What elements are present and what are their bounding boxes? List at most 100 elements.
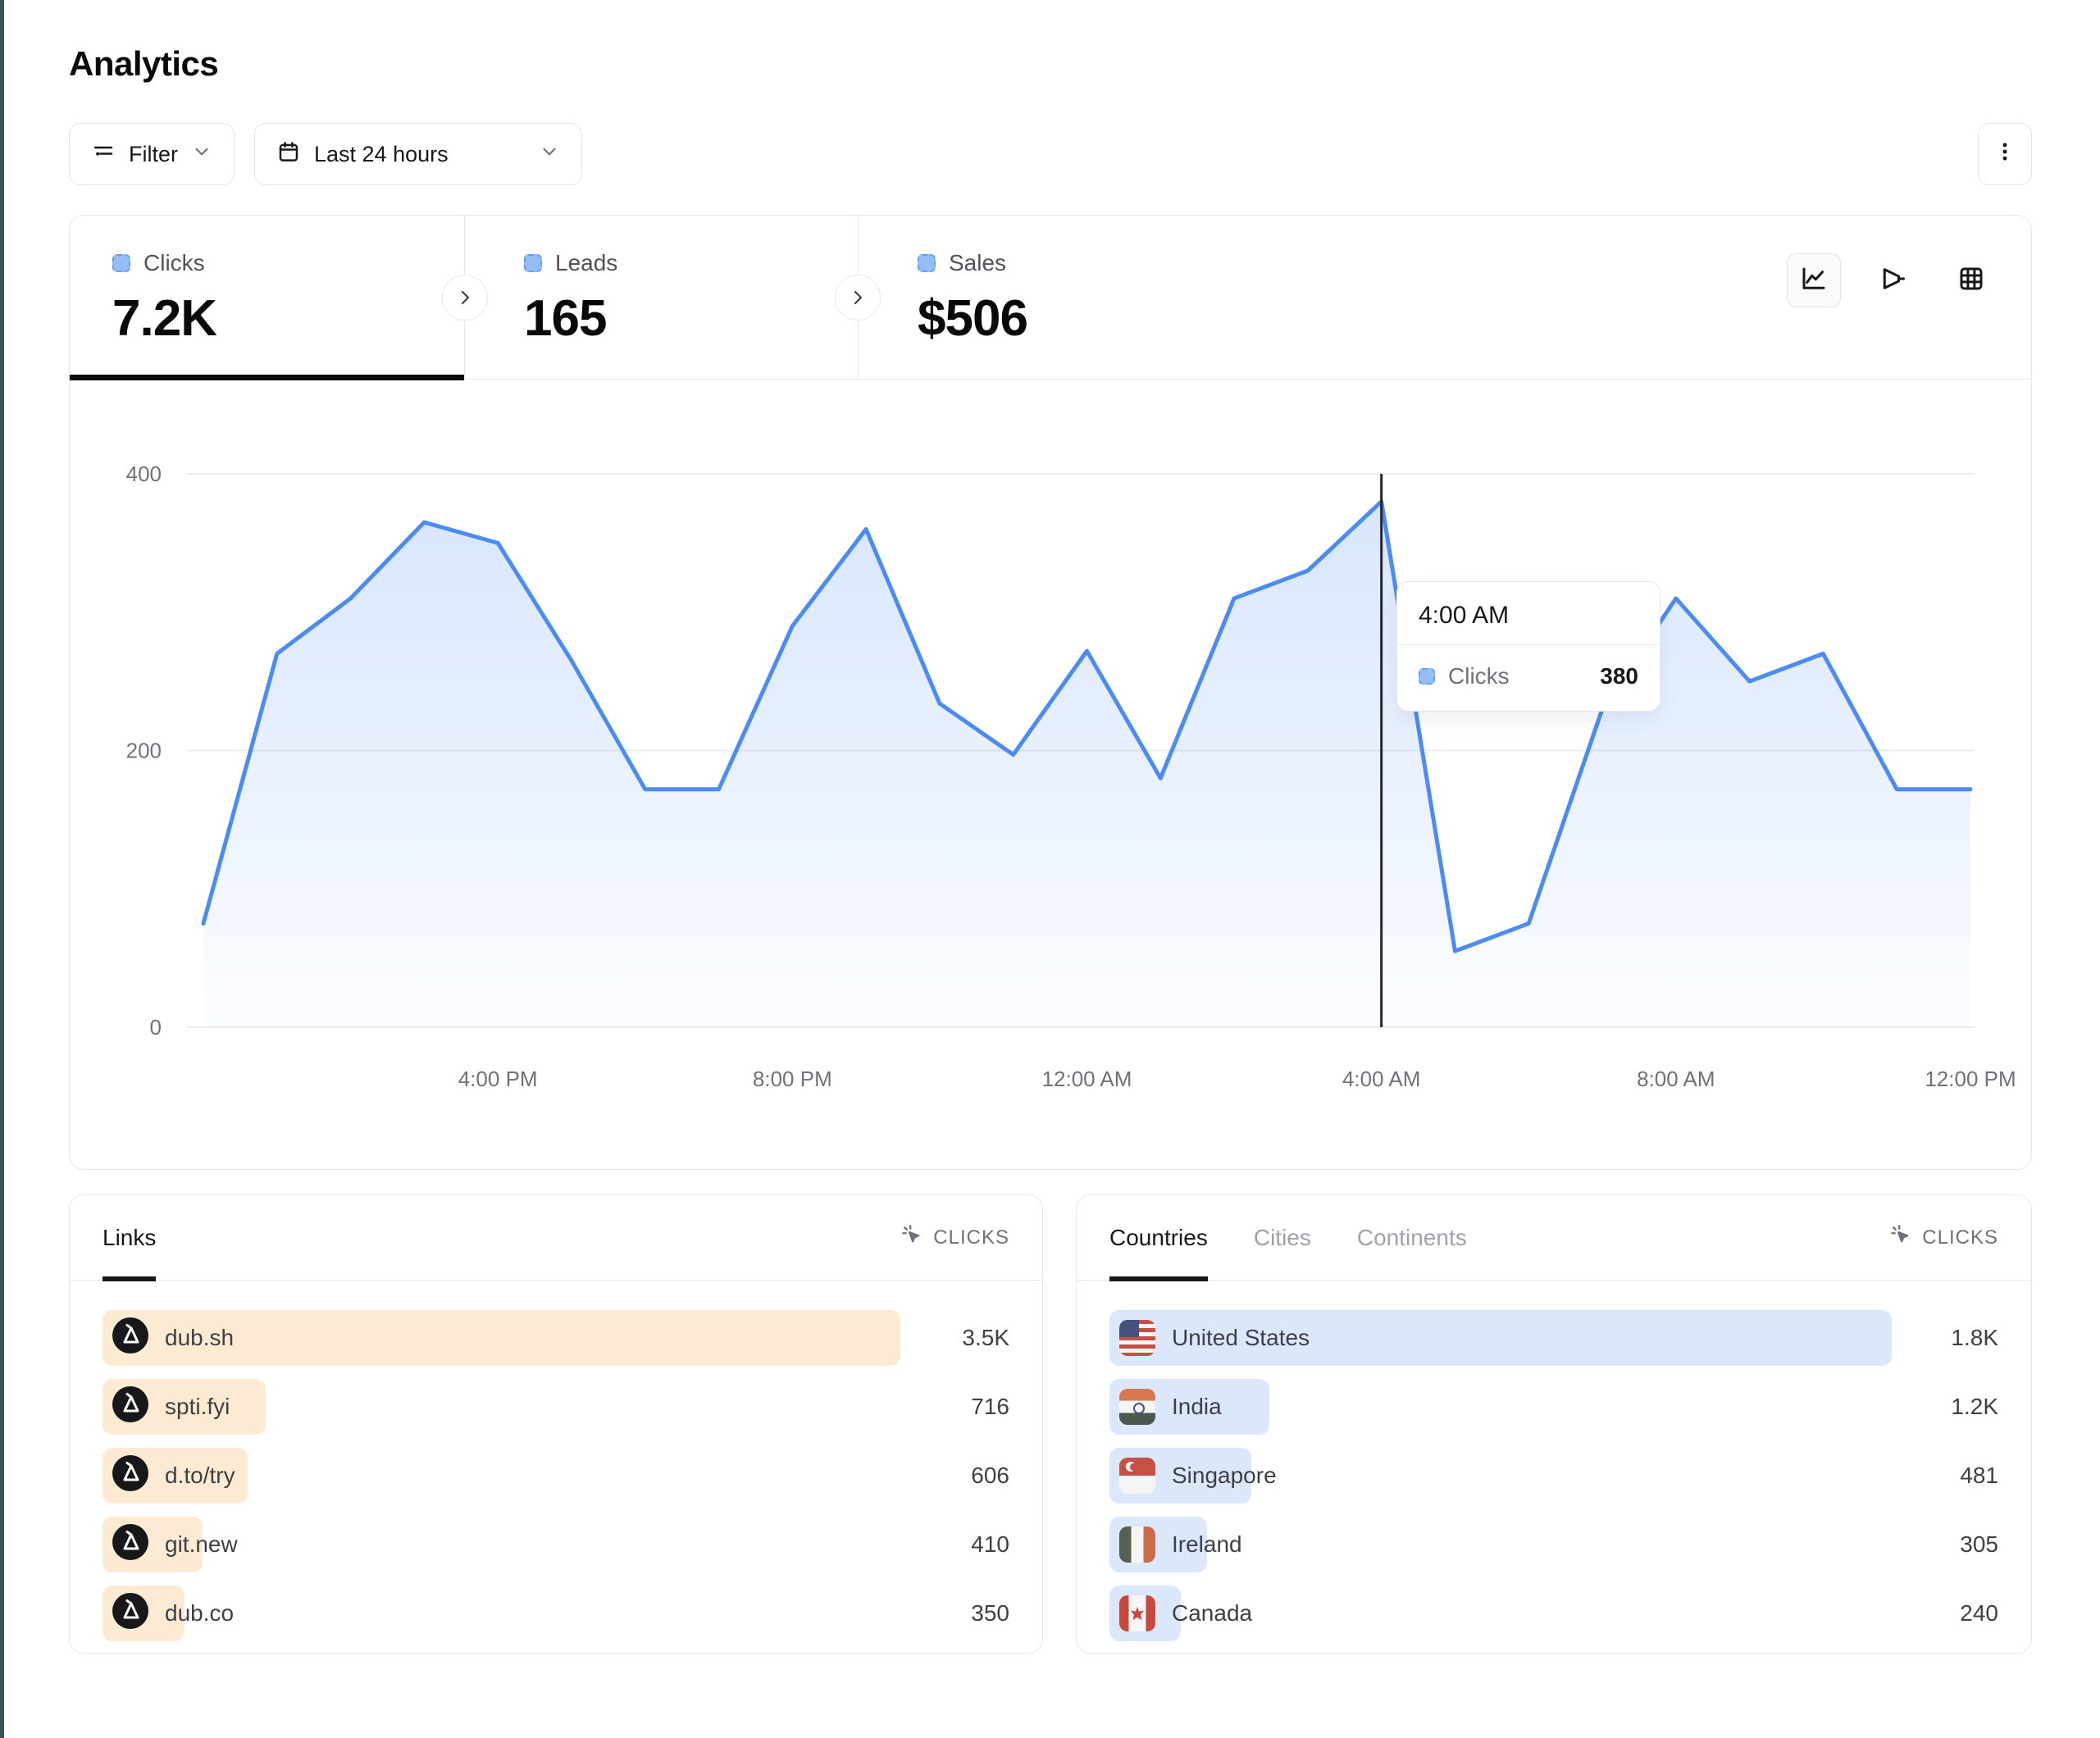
ie-flag-icon [1119,1526,1155,1563]
link-row-label: spti.fyi [165,1394,230,1420]
dub-logo-icon [112,1524,148,1566]
country-row[interactable]: India 1.2K [1109,1379,1998,1435]
tooltip-series-label: Clicks [1448,663,1510,689]
tab-continents[interactable]: Continents [1357,1195,1467,1280]
sales-tab-label: Sales [949,250,1006,276]
link-row[interactable]: dub.sh3.5K [102,1310,1009,1366]
svg-text:400: 400 [126,462,162,486]
filter-button[interactable]: Filter [69,123,235,185]
svg-text:0: 0 [150,1015,162,1040]
links-panel: Links CLICKS dub.sh3.5K spti.fyi716 d.to/t… [69,1194,1043,1654]
grid-table-icon [1957,264,1986,298]
link-row-value: 350 [971,1600,1009,1627]
clicks-legend-swatch [112,254,130,272]
chevron-down-icon [539,141,560,168]
link-row-value: 606 [971,1463,1009,1489]
country-row-value: 1.8K [1951,1325,1998,1351]
clicks-time-series-plot[interactable]: 02004004:00 PM8:00 PM12:00 AM4:00 AM8:00… [70,380,2031,1168]
countries-panel-header: Countries Cities Continents CL [1077,1195,2031,1281]
line-chart-toggle[interactable] [1787,253,1841,307]
country-row-value: 305 [1960,1531,1998,1558]
leads-tab-label: Leads [555,250,617,276]
chevron-down-icon [191,141,212,168]
link-row-label: d.to/try [165,1463,235,1489]
dub-logo-icon [112,1317,148,1359]
chevron-right-icon[interactable] [835,275,881,321]
page-title: Analytics [69,44,2032,84]
sales-legend-swatch [918,254,936,272]
tab-countries[interactable]: Countries [1109,1195,1208,1280]
link-row[interactable]: git.new 410 [102,1517,1009,1572]
us-flag-icon [1119,1320,1155,1356]
leads-tab-value: 165 [524,289,858,348]
clicks-tab-label: Clicks [143,250,205,276]
window-edge [0,0,4,1738]
metric-tabs: Clicks 7.2K Leads 165 Sales $506 [70,216,2031,380]
tooltip-time: 4:00 AM [1397,582,1660,645]
tooltip-legend-swatch [1419,668,1435,685]
tab-links[interactable]: Links [102,1195,156,1280]
country-row-label: India [1172,1394,1222,1420]
link-row-label: dub.co [165,1600,234,1627]
tab-cities[interactable]: Cities [1254,1195,1311,1280]
links-panel-header: Links CLICKS [70,1195,1042,1281]
clicks-area-chart[interactable]: 02004004:00 PM8:00 PM12:00 AM4:00 AM8:00… [70,380,2029,1168]
chart-tooltip: 4:00 AM Clicks 380 [1396,581,1660,712]
link-row-label: git.new [165,1531,238,1558]
cursor-click-icon [900,1223,923,1252]
tooltip-value: 380 [1600,663,1638,689]
countries-list: United States 1.8K India 1.2K Singapore481 Ir… [1077,1281,2031,1641]
dub-logo-icon [112,1386,148,1428]
date-range-label: Last 24 hours [314,142,449,167]
more-options-button[interactable] [1978,123,2032,185]
links-metric-label: CLICKS [933,1226,1009,1249]
country-row-value: 240 [1960,1600,1998,1627]
tab-clicks[interactable]: Clicks 7.2K [70,216,465,379]
svg-text:12:00 PM: 12:00 PM [1925,1067,2016,1091]
dub-logo-icon [112,1455,148,1497]
country-row-label: Canada [1172,1600,1252,1627]
chevron-right-icon[interactable] [442,275,488,321]
funnel-chart-toggle[interactable] [1865,253,1920,307]
date-range-button[interactable]: Last 24 hours [254,123,582,185]
cities-tab-label: Cities [1254,1225,1311,1251]
country-row[interactable]: Singapore481 [1109,1448,1998,1504]
analytics-chart-card: Clicks 7.2K Leads 165 Sales $506 [69,215,2032,1170]
sg-flag-icon [1119,1458,1155,1494]
tab-leads[interactable]: Leads 165 [465,216,859,379]
links-metric-selector[interactable]: CLICKS [900,1223,1009,1252]
countries-metric-selector[interactable]: CLICKS [1889,1223,1998,1252]
link-row-value: 3.5K [962,1325,1009,1351]
svg-text:12:00 AM: 12:00 AM [1042,1067,1132,1091]
dub-logo-icon [112,1593,148,1635]
kebab-menu-icon [1993,140,2016,169]
analytics-page: Analytics Filter Last 24 hours [0,0,2100,1654]
svg-text:200: 200 [126,739,162,763]
countries-panel: Countries Cities Continents CL [1076,1194,2032,1654]
country-row[interactable]: United States 1.8K [1109,1310,1998,1366]
line-chart-icon [1799,264,1829,298]
continents-tab-label: Continents [1357,1225,1467,1251]
chart-type-toggles [1787,253,1998,307]
links-tab-label: Links [102,1225,156,1251]
funnel-chart-icon [1878,264,1907,298]
filter-button-label: Filter [129,142,178,167]
country-row-value: 1.2K [1951,1394,1998,1420]
link-row[interactable]: dub.co 350 [102,1586,1009,1641]
svg-text:8:00 PM: 8:00 PM [753,1067,832,1091]
link-row-value: 410 [971,1531,1009,1558]
in-flag-icon [1119,1389,1155,1425]
country-row[interactable]: Ireland 305 [1109,1517,1998,1572]
country-row-label: Ireland [1172,1531,1242,1558]
svg-text:4:00 AM: 4:00 AM [1342,1067,1420,1091]
table-view-toggle[interactable] [1944,253,1998,307]
country-row[interactable]: Canada 240 [1109,1586,1998,1641]
toolbar: Filter Last 24 hours [69,123,2032,185]
countries-tab-label: Countries [1109,1225,1208,1251]
clicks-tab-value: 7.2K [112,289,464,348]
countries-metric-label: CLICKS [1922,1226,1998,1249]
link-row[interactable]: d.to/try 606 [102,1448,1009,1504]
links-list: dub.sh3.5K spti.fyi716 d.to/try 606 git.new 4… [70,1281,1042,1641]
link-row[interactable]: spti.fyi716 [102,1379,1009,1435]
country-row-label: United States [1172,1325,1310,1351]
